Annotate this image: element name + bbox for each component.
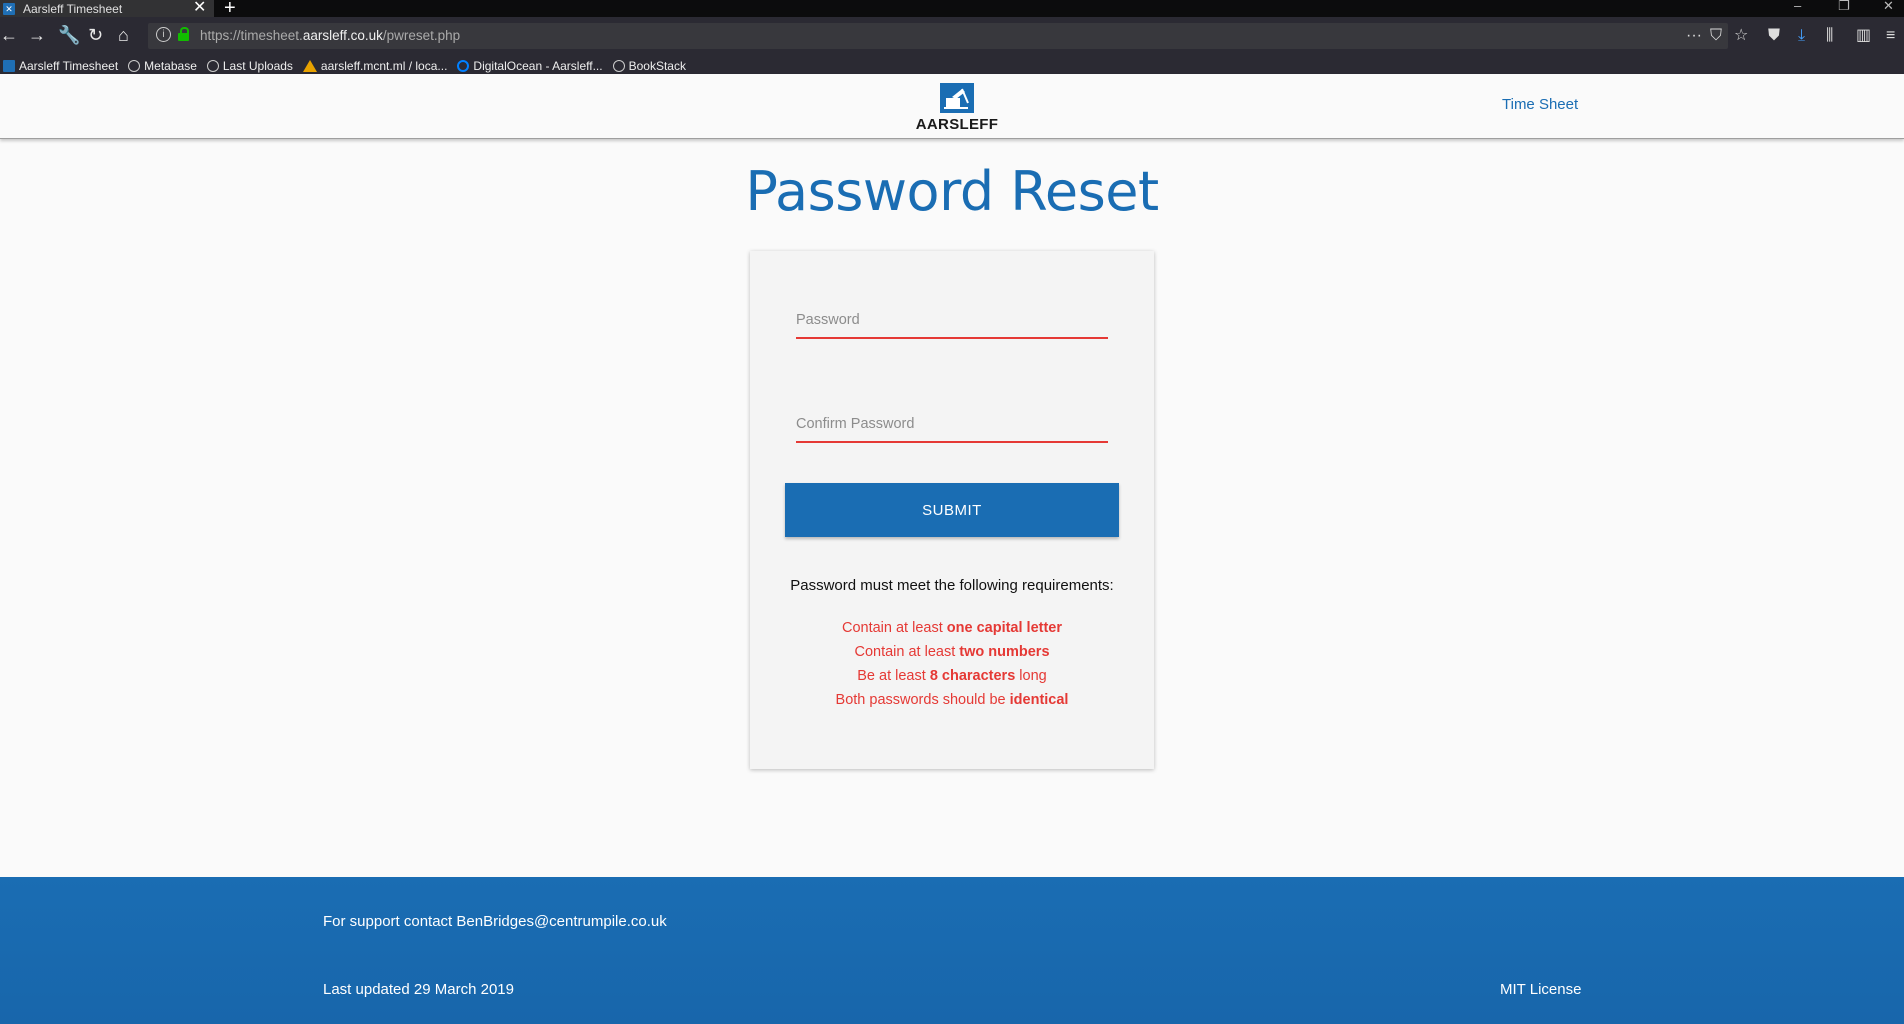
requirement-emphasis: 8 characters <box>929 668 1016 684</box>
bookmark-label: BookStack <box>628 58 686 73</box>
minimize-icon[interactable]: – <box>1794 0 1801 13</box>
info-icon[interactable]: i <box>156 27 171 42</box>
requirement-item: Both passwords should be identical <box>750 688 1154 712</box>
password-input[interactable] <box>796 295 1108 339</box>
requirement-text: Be at least <box>857 668 930 684</box>
url-path: /pwreset.php <box>382 28 461 43</box>
tab-title: Aarsleff Timesheet <box>23 1 123 16</box>
library-icon[interactable]: ⫼ <box>1826 27 1833 45</box>
restore-icon[interactable]: ❐ <box>1838 0 1850 14</box>
url-bar[interactable]: i https://timesheet.aarsleff.co.uk/pwres… <box>148 23 1728 49</box>
home-icon[interactable]: ⌂ <box>118 25 129 45</box>
bookmark-label: Metabase <box>144 58 197 73</box>
requirements-title: Password must meet the following require… <box>790 577 1114 594</box>
forward-arrow-icon[interactable]: → <box>28 25 46 45</box>
bookmark-last-uploads[interactable]: Last Uploads <box>206 58 293 73</box>
bookmark-bookstack[interactable]: BookStack <box>612 58 686 73</box>
site-footer: For support contact BenBridges@centrumpi… <box>0 877 1904 1024</box>
bookmark-label: Aarsleff Timesheet <box>19 58 119 73</box>
browser-tab[interactable]: ✕ Aarsleff Timesheet ✕ <box>0 0 214 17</box>
requirement-text: Both passwords should be <box>835 692 1010 708</box>
globe-icon <box>128 59 141 72</box>
browser-toolbar: ← → 🔧 ↻ ⌂ i https://timesheet.aarsleff.c… <box>0 17 1904 57</box>
logo-text[interactable]: AARSLEFF <box>909 116 1005 133</box>
aarsleff-favicon-icon: ✕ <box>3 2 15 15</box>
tab-close-icon[interactable]: ✕ <box>193 0 206 16</box>
requirement-emphasis: two numbers <box>959 644 1050 660</box>
requirement-emphasis: one capital letter <box>946 620 1063 636</box>
reload-icon[interactable]: ↻ <box>88 25 103 45</box>
site-header: AARSLEFF Time Sheet <box>0 74 1904 139</box>
bookmark-metabase[interactable]: Metabase <box>128 59 197 73</box>
requirement-item: Contain at least two numbers <box>750 640 1154 664</box>
page-title: Password Reset <box>745 160 1159 223</box>
requirement-item: Contain at least one capital letter <box>750 616 1154 640</box>
url-prefix: https://timesheet. <box>200 28 303 43</box>
confirm-password-input[interactable] <box>796 399 1108 443</box>
back-arrow-icon[interactable]: ← <box>0 25 18 45</box>
menu-icon[interactable]: ≡ <box>1886 27 1895 45</box>
phpmyadmin-icon <box>302 59 317 72</box>
download-icon[interactable]: ⤓ <box>1798 27 1805 45</box>
bookmark-label: DigitalOcean - Aarsleff... <box>473 58 603 73</box>
lock-icon[interactable] <box>178 27 189 41</box>
aarsleff-logo-icon <box>3 59 15 72</box>
requirement-text: Contain at least <box>854 644 960 660</box>
requirement-emphasis: identical <box>1009 692 1069 708</box>
submit-button[interactable]: SUBMIT <box>785 483 1119 537</box>
url-text[interactable]: https://timesheet.aarsleff.co.uk/pwreset… <box>200 28 460 43</box>
browser-tab-bar: ✕ Aarsleff Timesheet ✕ + – ❐ ✕ <box>0 0 1904 19</box>
shield-icon[interactable]: ⛊ <box>1768 27 1780 45</box>
pocket-icon[interactable]: ⛉ <box>1710 27 1722 45</box>
requirement-item: Be at least 8 characters long <box>750 664 1154 688</box>
wrench-icon[interactable]: 🔧 <box>58 25 80 45</box>
bookmark-label: aarsleff.mcnt.ml / loca... <box>320 58 448 73</box>
bookmark-label: Last Uploads <box>222 58 293 73</box>
requirement-text: Contain at least <box>841 620 947 636</box>
digitalocean-icon <box>457 59 470 72</box>
bookmark-phpmyadmin[interactable]: aarsleff.mcnt.ml / loca... <box>302 58 448 73</box>
globe-icon <box>612 59 625 72</box>
requirements-list: Contain at least one capital letter Cont… <box>750 616 1154 712</box>
aarsleff-logo-icon[interactable] <box>940 83 974 113</box>
window-close-icon[interactable]: ✕ <box>1883 0 1894 14</box>
bookmark-aarsleff-timesheet[interactable]: Aarsleff Timesheet <box>3 59 118 73</box>
password-reset-card: SUBMIT Password must meet the following … <box>750 251 1154 769</box>
nav-link-time-sheet[interactable]: Time Sheet <box>1502 96 1578 113</box>
sidebar-icon[interactable]: ▥ <box>1856 27 1871 45</box>
bookmark-digitalocean[interactable]: DigitalOcean - Aarsleff... <box>457 58 603 73</box>
bookmarks-bar: Aarsleff Timesheet Metabase Last Uploads… <box>0 57 1904 74</box>
support-contact-text: For support contact BenBridges@centrumpi… <box>323 913 667 930</box>
globe-icon <box>206 59 219 72</box>
url-host: aarsleff.co.uk <box>302 28 383 43</box>
requirement-text: long <box>1015 668 1047 684</box>
more-actions-icon[interactable]: ··· <box>1686 27 1702 45</box>
last-updated-text: Last updated 29 March 2019 <box>323 981 514 998</box>
bookmark-star-icon[interactable]: ☆ <box>1734 27 1748 45</box>
license-link[interactable]: MIT License <box>1500 981 1581 998</box>
confirm-password-field-wrapper <box>796 399 1108 449</box>
password-field-wrapper <box>796 295 1108 345</box>
